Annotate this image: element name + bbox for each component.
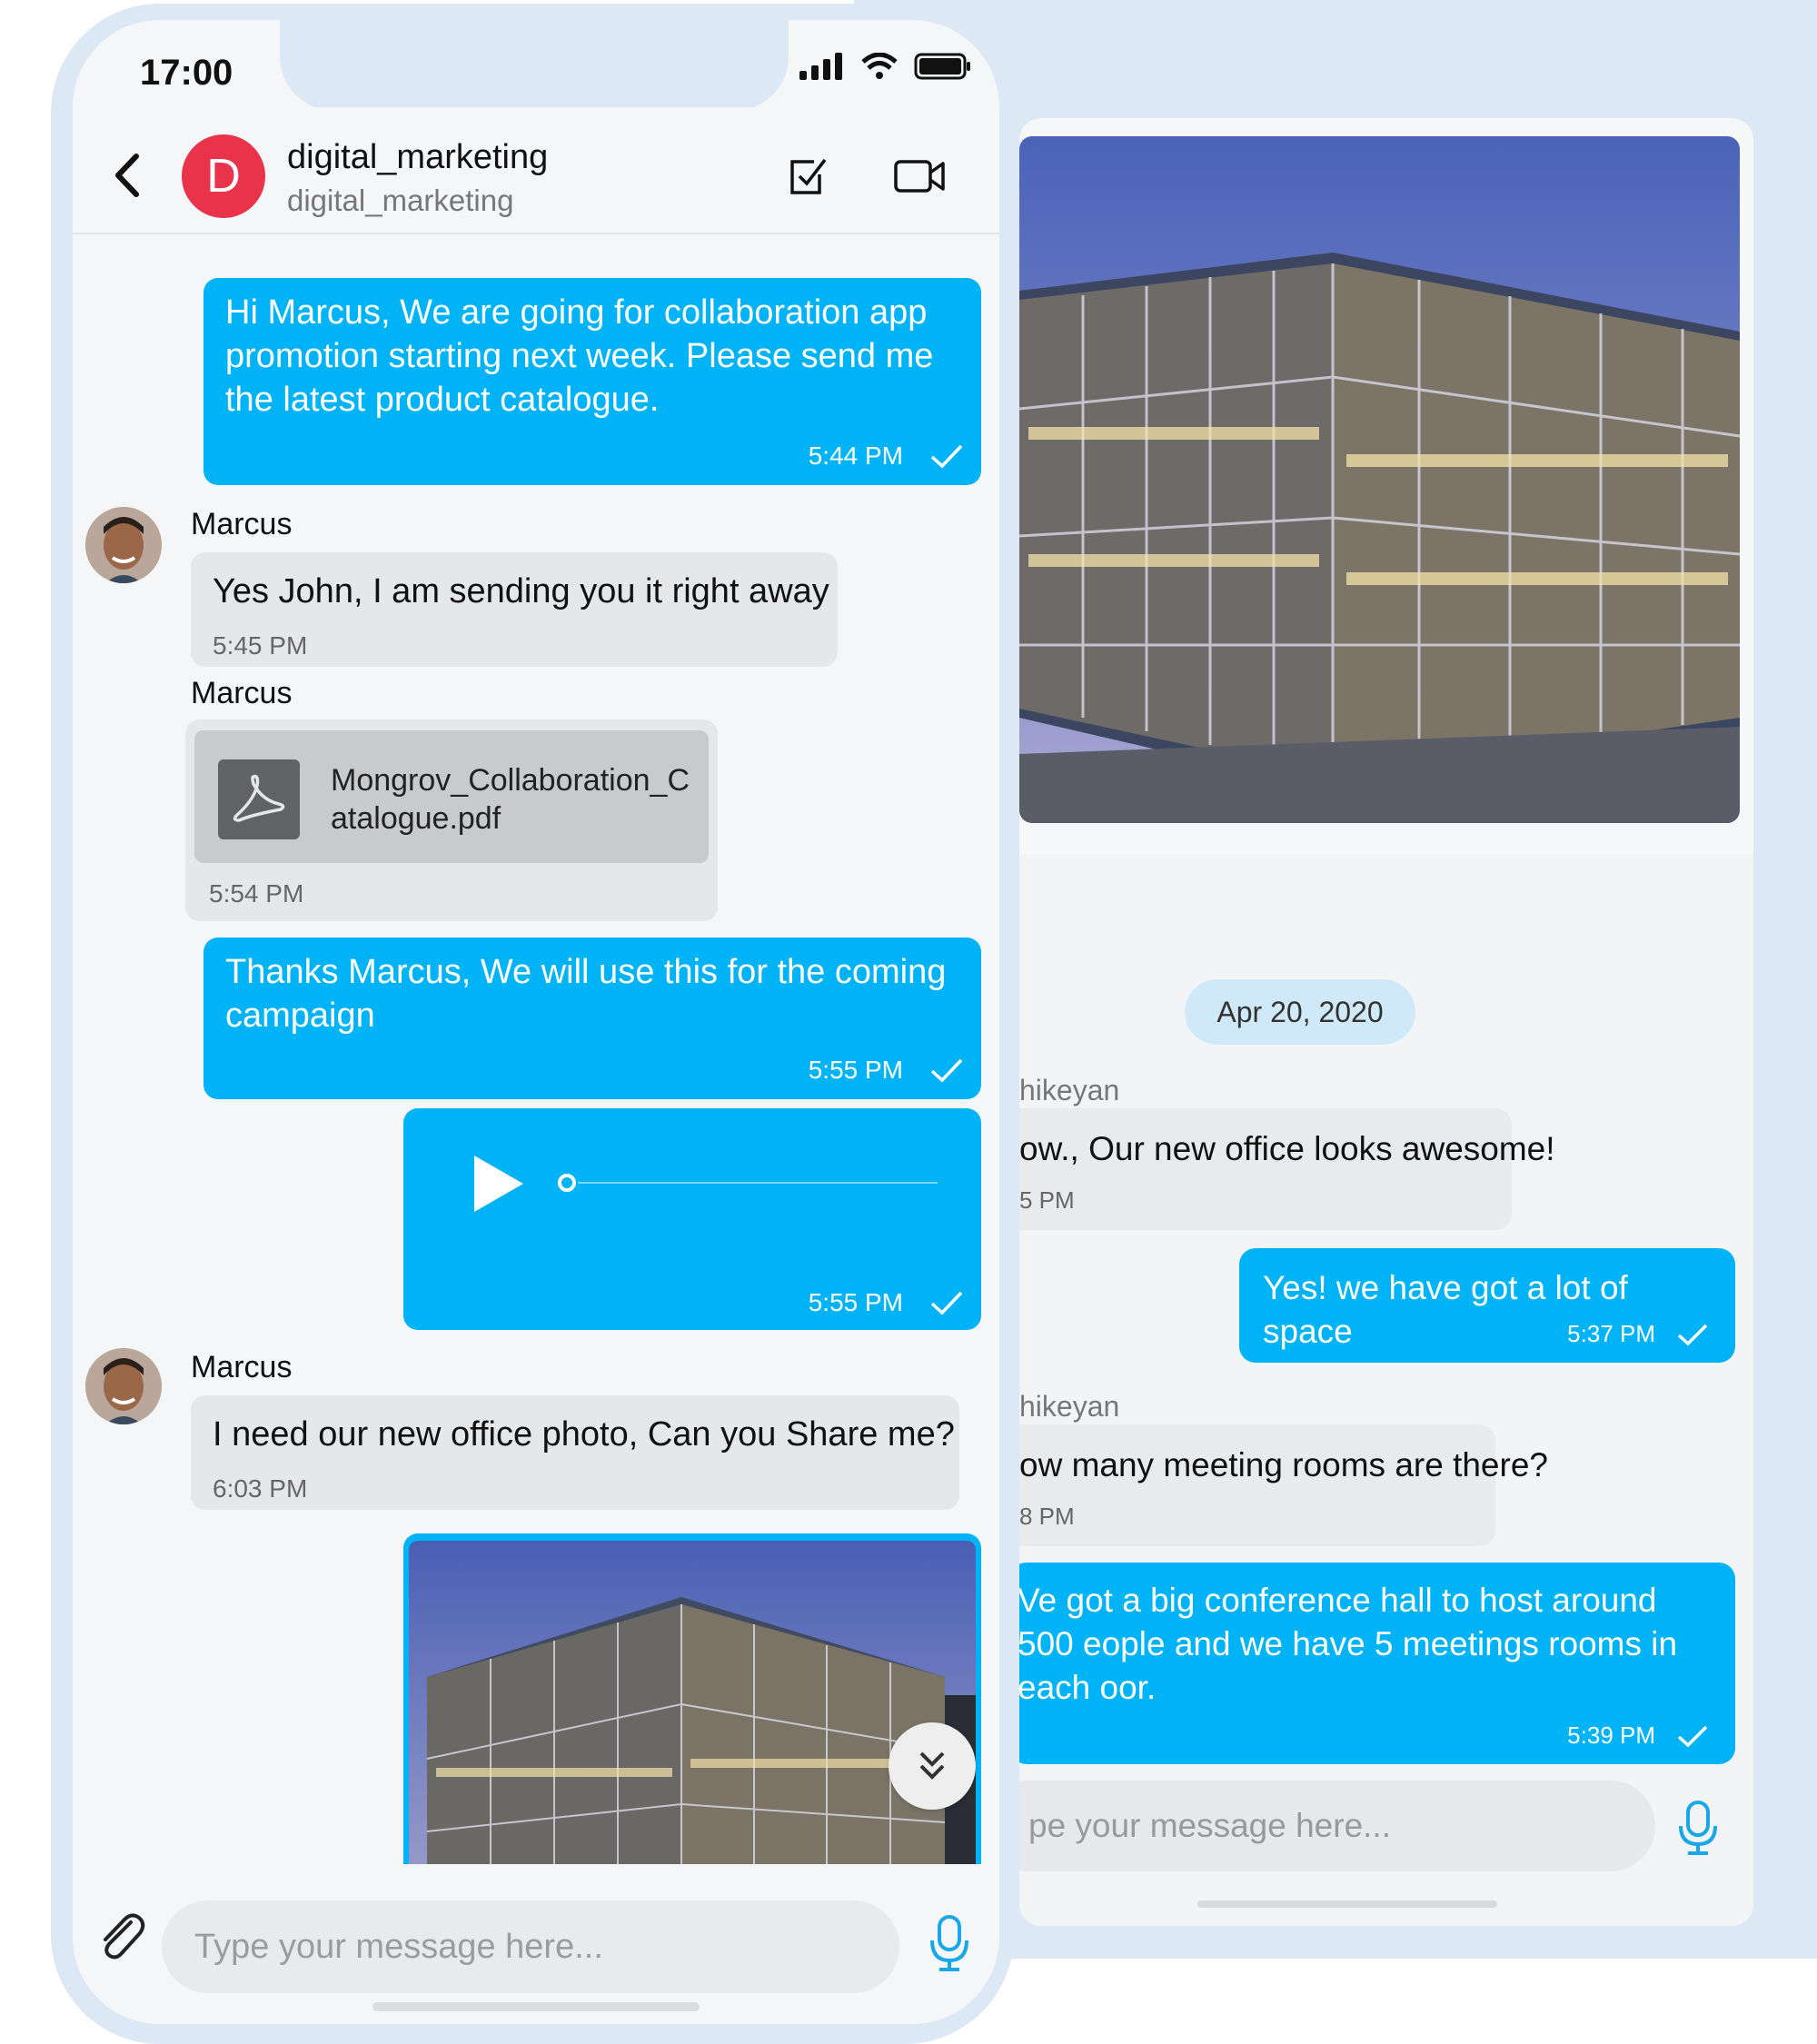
wifi-icon [861,53,898,79]
main-phone-screen: 17:00 D digital_marketing digital_market… [73,20,999,2024]
check-icon [1677,1725,1708,1747]
home-indicator [372,2002,700,2011]
battery-icon [914,53,970,80]
image-message[interactable] [403,1533,981,1897]
message-time: 6:03 PM [213,1474,308,1503]
message-time: 5:55 PM [808,1056,903,1084]
pdf-icon [218,759,300,839]
scroll-to-bottom-button[interactable] [889,1722,976,1810]
outgoing-message[interactable]: Ve got a big conference hall to host aro… [1019,1563,1735,1764]
outgoing-message[interactable]: Yes! we have got a lot of space 5:37 PM [1239,1248,1735,1363]
home-indicator [1197,1900,1497,1908]
message-time: 5:55 PM [808,1288,903,1316]
message-time: 5 PM [1019,1186,1075,1214]
message-time: 5:45 PM [213,631,308,660]
back-arrow-icon[interactable] [109,153,145,198]
audio-progress-track[interactable] [578,1182,938,1184]
chat-subtitle: digital_marketing [287,184,514,217]
audio-message[interactable]: 5:55 PM [403,1108,981,1330]
sender-name: hikeyan [1019,1390,1120,1423]
message-text: Hi Marcus, We are going for collaboratio… [225,293,934,419]
file-name: Mongrov_Collaboration_Catalogue.pdf [331,763,690,836]
office-photo-large[interactable] [1019,136,1740,823]
message-text: Ve got a big conference hall to host aro… [1019,1582,1678,1706]
incoming-message[interactable]: ow many meeting rooms are there? 8 PM [1019,1424,1548,1546]
message-time: 5:37 PM [1567,1320,1655,1347]
check-icon [930,1291,963,1315]
incoming-message[interactable]: ow., Our new office looks awesome! 5 PM [1019,1108,1555,1230]
double-chevron-down-icon [919,1751,945,1780]
signal-icon [799,53,842,80]
message-time: 5:44 PM [808,442,903,470]
message-text: Thanks Marcus, We will use this for the … [225,953,947,1035]
message-text: Yes John, I am sending you it right away [213,572,829,610]
incoming-message[interactable]: I need our new office photo, Can you Sha… [191,1395,959,1510]
avatar[interactable] [85,507,162,583]
video-camera-icon[interactable] [894,158,947,194]
sender-name: hikeyan [1019,1074,1120,1106]
avatar[interactable]: D [182,134,265,218]
outgoing-message[interactable]: Thanks Marcus, We will use this for the … [204,938,981,1099]
message-input[interactable]: pe your message here... [1019,1781,1655,1871]
office-photo[interactable] [409,1541,976,1897]
message-time: 5:54 PM [209,879,304,908]
paperclip-icon[interactable] [94,1910,147,1962]
message-time: 8 PM [1019,1503,1075,1530]
microphone-icon[interactable] [1675,1799,1721,1857]
avatar[interactable] [85,1348,162,1424]
check-icon [1677,1324,1708,1345]
message-text: ow., Our new office looks awesome! [1019,1130,1555,1167]
file-attachment[interactable]: Mongrov_Collaboration_Catalogue.pdf 5:54… [185,719,718,921]
microphone-icon[interactable] [928,1913,970,1973]
date-separator: Apr 20, 2020 [1185,979,1415,1045]
check-icon [930,444,963,469]
audio-scrubber-handle[interactable] [558,1174,576,1192]
play-icon[interactable] [471,1154,525,1214]
incoming-message[interactable]: Yes John, I am sending you it right away… [191,552,838,667]
message-text: ow many meeting rooms are there? [1019,1446,1548,1483]
check-icon [930,1058,963,1083]
message-text: I need our new office photo, Can you Sha… [213,1415,955,1454]
status-time: 17:00 [140,53,233,93]
sender-name: Marcus [191,1350,293,1384]
message-input[interactable] [162,1900,899,1993]
task-check-icon[interactable] [787,154,830,198]
secondary-phone-screen: Apr 20, 2020 hikeyan ow., Our new office… [1019,118,1753,1926]
outgoing-message[interactable]: Hi Marcus, We are going for collaboratio… [204,278,981,485]
phone-notch [280,20,789,111]
chat-title: digital_marketing [287,138,549,176]
composer-bar [73,1864,999,2024]
message-time: 5:39 PM [1567,1722,1655,1749]
sender-name: Marcus [191,676,293,710]
chat-header: D digital_marketing digital_marketing [73,107,999,234]
sender-name: Marcus [191,507,293,541]
